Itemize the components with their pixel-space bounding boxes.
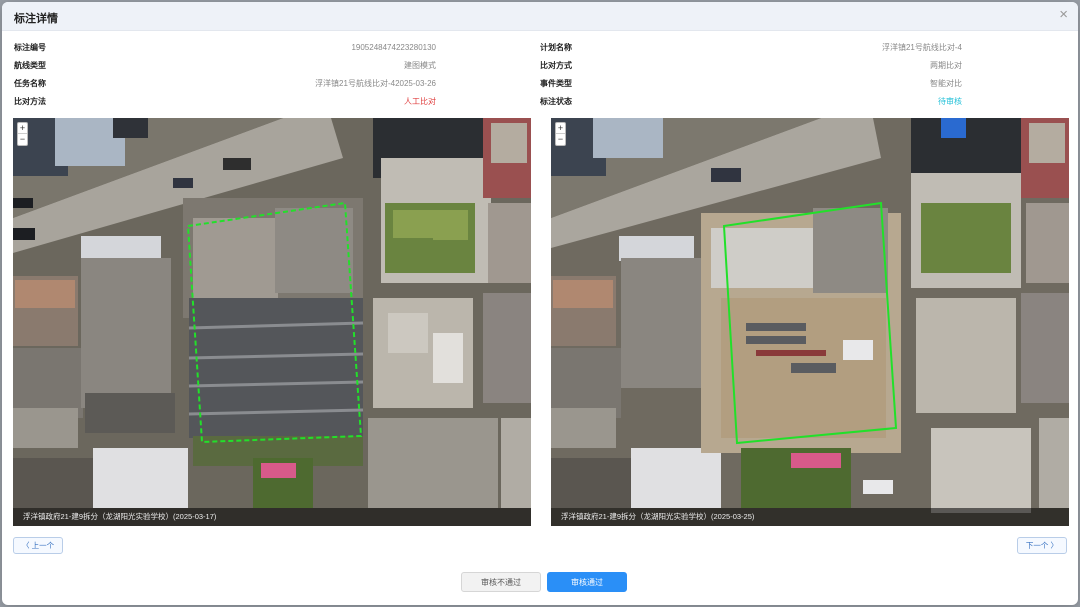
prev-button[interactable]: 〈 上一个	[13, 537, 64, 554]
next-button[interactable]: 下一个 〉	[1016, 537, 1067, 554]
info-value: 两期比对	[930, 60, 962, 70]
image-caption-before: 浮洋镇政府21-建9拆分（龙湖阳光实验学校）(2025-03-17)	[13, 508, 531, 526]
info-row-plan-name: 计划名称 浮洋镇21号航线比对-4	[540, 38, 962, 56]
info-value: 智能对比	[930, 78, 962, 88]
annotation-detail-modal: 标注详情 × 标注编号 1905248474223280130 航线类型 建图模…	[2, 2, 1078, 605]
aerial-image-before	[13, 118, 531, 526]
info-row-status: 标注状态 待审核	[540, 92, 962, 110]
close-icon[interactable]: ×	[1059, 7, 1068, 23]
info-label: 标注状态	[540, 96, 572, 106]
map-panel-after[interactable]: + − 浮洋镇政府21-建9拆分（龙湖阳光实验学校）(2025-03-25)	[551, 118, 1069, 526]
info-row-route-type: 航线类型 建图模式	[14, 56, 436, 74]
info-value: 浮洋镇21号航线比对-4	[881, 42, 962, 52]
modal-title: 标注详情	[14, 13, 58, 25]
info-label: 事件类型	[540, 78, 572, 88]
status-badge: 待审核	[938, 96, 962, 106]
info-row-compare-mode: 比对方式 两期比对	[540, 56, 962, 74]
info-row-task-name: 任务名称 浮洋镇21号航线比对-42025-03-26	[14, 74, 436, 92]
info-value: 1905248474223280130	[351, 42, 436, 52]
modal-header: 标注详情 ×	[2, 2, 1078, 31]
info-label: 航线类型	[14, 60, 46, 70]
approve-button[interactable]: 审核通过	[547, 572, 627, 592]
info-value: 建图模式	[404, 60, 436, 70]
zoom-out-button[interactable]: −	[556, 134, 565, 145]
zoom-in-button[interactable]: +	[18, 123, 27, 134]
roof-stripes	[188, 298, 364, 438]
compare-method-value: 人工比对	[404, 96, 436, 106]
info-label: 标注编号	[14, 42, 46, 52]
map-panel-before[interactable]: + − 浮洋镇政府21-建9拆分（龙湖阳光实验学校）(2025-03-17)	[13, 118, 531, 526]
info-label: 任务名称	[14, 78, 46, 88]
info-label: 比对方法	[14, 96, 46, 106]
info-row-event-type: 事件类型 智能对比	[540, 74, 962, 92]
info-label: 比对方式	[540, 60, 572, 70]
reject-button[interactable]: 审核不通过	[461, 572, 541, 592]
aerial-image-after	[551, 118, 1069, 526]
zoom-in-button[interactable]: +	[556, 123, 565, 134]
info-label: 计划名称	[540, 42, 572, 52]
zoom-out-button[interactable]: −	[18, 134, 27, 145]
info-value: 浮洋镇21号航线比对-42025-03-26	[315, 78, 436, 88]
zoom-control: + −	[17, 122, 28, 146]
zoom-control: + −	[555, 122, 566, 146]
image-caption-after: 浮洋镇政府21-建9拆分（龙湖阳光实验学校）(2025-03-25)	[551, 508, 1069, 526]
info-row-compare-method: 比对方法 人工比对	[14, 92, 436, 110]
info-row-id: 标注编号 1905248474223280130	[14, 38, 436, 56]
